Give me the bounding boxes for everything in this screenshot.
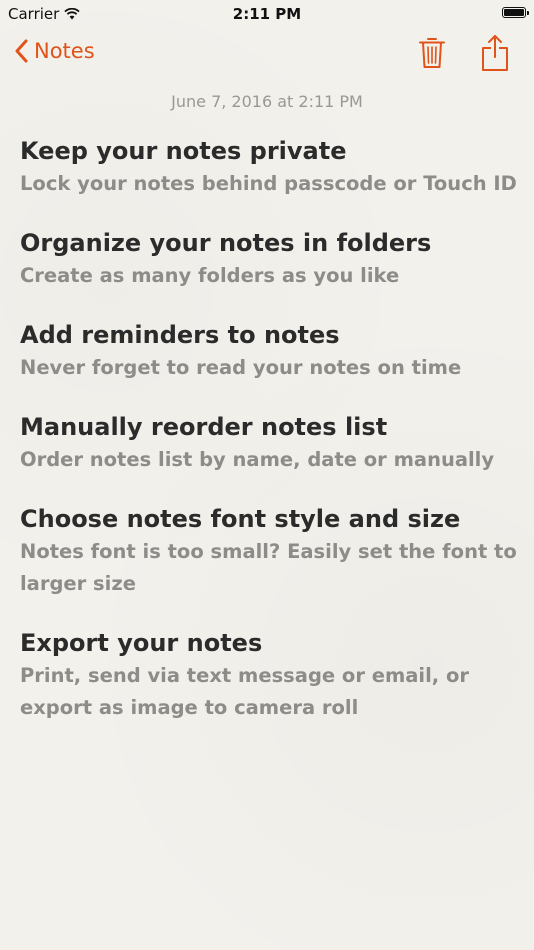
status-time: 2:11 PM: [232, 5, 302, 23]
note-section: Add reminders to notes Never forget to r…: [20, 318, 520, 384]
section-body: Notes font is too small? Easily set the …: [20, 540, 517, 595]
section-title: Organize your notes in folders: [20, 229, 432, 257]
battery-icon: [502, 7, 529, 18]
battery-fill: [504, 9, 524, 16]
note-date: June 7, 2016 at 2:11 PM: [171, 92, 363, 111]
note-body[interactable]: Keep your notes private Lock your notes …: [20, 134, 520, 750]
back-button[interactable]: Notes: [14, 39, 95, 63]
section-title: Add reminders to notes: [20, 321, 340, 349]
delete-button[interactable]: [418, 36, 446, 74]
note-section: Export your notes Print, send via text m…: [20, 626, 520, 724]
section-body: Print, send via text message or email, o…: [20, 664, 470, 719]
battery-nub: [527, 10, 529, 15]
note-section: Manually reorder notes list Order notes …: [20, 410, 520, 476]
status-bar: Carrier 2:11 PM: [0, 0, 534, 28]
note-section: Choose notes font style and size Notes f…: [20, 502, 520, 600]
navigation-bar: Notes: [0, 28, 534, 84]
section-body: Lock your notes behind passcode or Touch…: [20, 172, 517, 195]
section-body: Never forget to read your notes on time: [20, 356, 462, 379]
back-label: Notes: [34, 39, 95, 63]
note-section: Organize your notes in folders Create as…: [20, 226, 520, 292]
section-title: Manually reorder notes list: [20, 413, 388, 441]
chevron-left-icon: [15, 39, 28, 63]
section-body: Order notes list by name, date or manual…: [20, 448, 495, 471]
section-body: Create as many folders as you like: [20, 264, 400, 287]
share-button[interactable]: [480, 34, 510, 76]
section-title: Keep your notes private: [20, 137, 347, 165]
note-section: Keep your notes private Lock your notes …: [20, 134, 520, 200]
section-title: Choose notes font style and size: [20, 505, 461, 533]
section-title: Export your notes: [20, 629, 263, 657]
trash-icon: [419, 38, 445, 68]
share-icon: [482, 35, 508, 71]
